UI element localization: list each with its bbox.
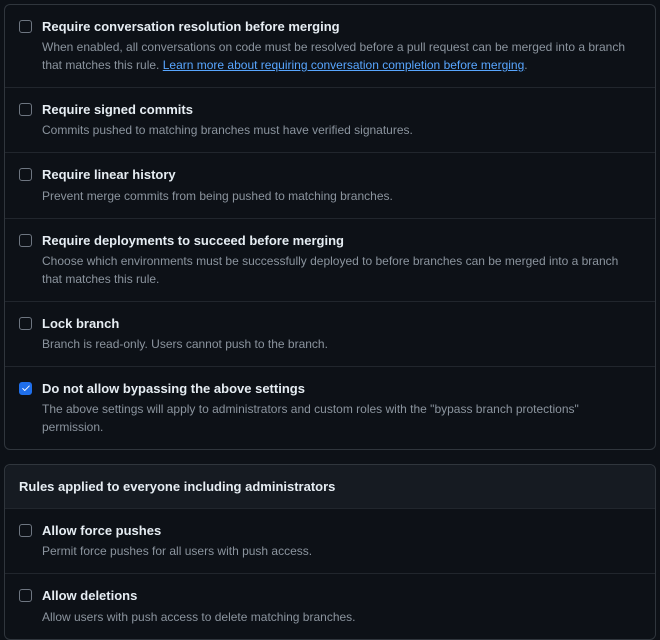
rule-desc: Choose which environments must be succes… [42,252,641,288]
branch-protection-rules-top: Require conversation resolution before m… [4,4,656,450]
checkbox-conversation-resolution[interactable] [19,20,32,33]
checkbox-allow-deletions[interactable] [19,589,32,602]
rules-everyone-section: Rules applied to everyone including admi… [4,464,656,639]
learn-more-link[interactable]: Learn more about requiring conversation … [163,58,525,72]
rule-body: Require deployments to succeed before me… [42,232,641,288]
rule-title: Require deployments to succeed before me… [42,232,641,250]
rule-lock-branch: Lock branch Branch is read-only. Users c… [5,302,655,367]
rule-body: Lock branch Branch is read-only. Users c… [42,315,641,353]
rule-desc: Allow users with push access to delete m… [42,608,641,626]
rule-body: Allow force pushes Permit force pushes f… [42,522,641,560]
rule-body: Require signed commits Commits pushed to… [42,101,641,139]
checkbox-no-bypassing[interactable] [19,382,32,395]
rule-allow-force-pushes: Allow force pushes Permit force pushes f… [5,509,655,574]
checkbox-deployments-succeed[interactable] [19,234,32,247]
rule-no-bypassing: Do not allow bypassing the above setting… [5,367,655,449]
checkbox-linear-history[interactable] [19,168,32,181]
rule-title: Require signed commits [42,101,641,119]
rule-body: Require linear history Prevent merge com… [42,166,641,204]
rule-desc: The above settings will apply to adminis… [42,400,641,436]
rule-desc: Branch is read-only. Users cannot push t… [42,335,641,353]
rule-title: Allow deletions [42,587,641,605]
checkbox-lock-branch[interactable] [19,317,32,330]
rule-desc: Commits pushed to matching branches must… [42,121,641,139]
rule-title: Require conversation resolution before m… [42,18,641,36]
rule-title: Do not allow bypassing the above setting… [42,380,641,398]
rule-linear-history: Require linear history Prevent merge com… [5,153,655,218]
check-icon [21,383,31,393]
section-header: Rules applied to everyone including admi… [5,465,655,509]
rule-desc-post: . [524,58,527,72]
checkbox-allow-force-pushes[interactable] [19,524,32,537]
rule-conversation-resolution: Require conversation resolution before m… [5,5,655,88]
rule-title: Allow force pushes [42,522,641,540]
rule-signed-commits: Require signed commits Commits pushed to… [5,88,655,153]
rule-title: Lock branch [42,315,641,333]
rule-body: Do not allow bypassing the above setting… [42,380,641,436]
rule-deployments-succeed: Require deployments to succeed before me… [5,219,655,302]
rule-allow-deletions: Allow deletions Allow users with push ac… [5,574,655,638]
rule-desc: Prevent merge commits from being pushed … [42,187,641,205]
rule-body: Require conversation resolution before m… [42,18,641,74]
rule-desc: When enabled, all conversations on code … [42,38,641,74]
checkbox-signed-commits[interactable] [19,103,32,116]
rule-desc: Permit force pushes for all users with p… [42,542,641,560]
rule-title: Require linear history [42,166,641,184]
rule-body: Allow deletions Allow users with push ac… [42,587,641,625]
